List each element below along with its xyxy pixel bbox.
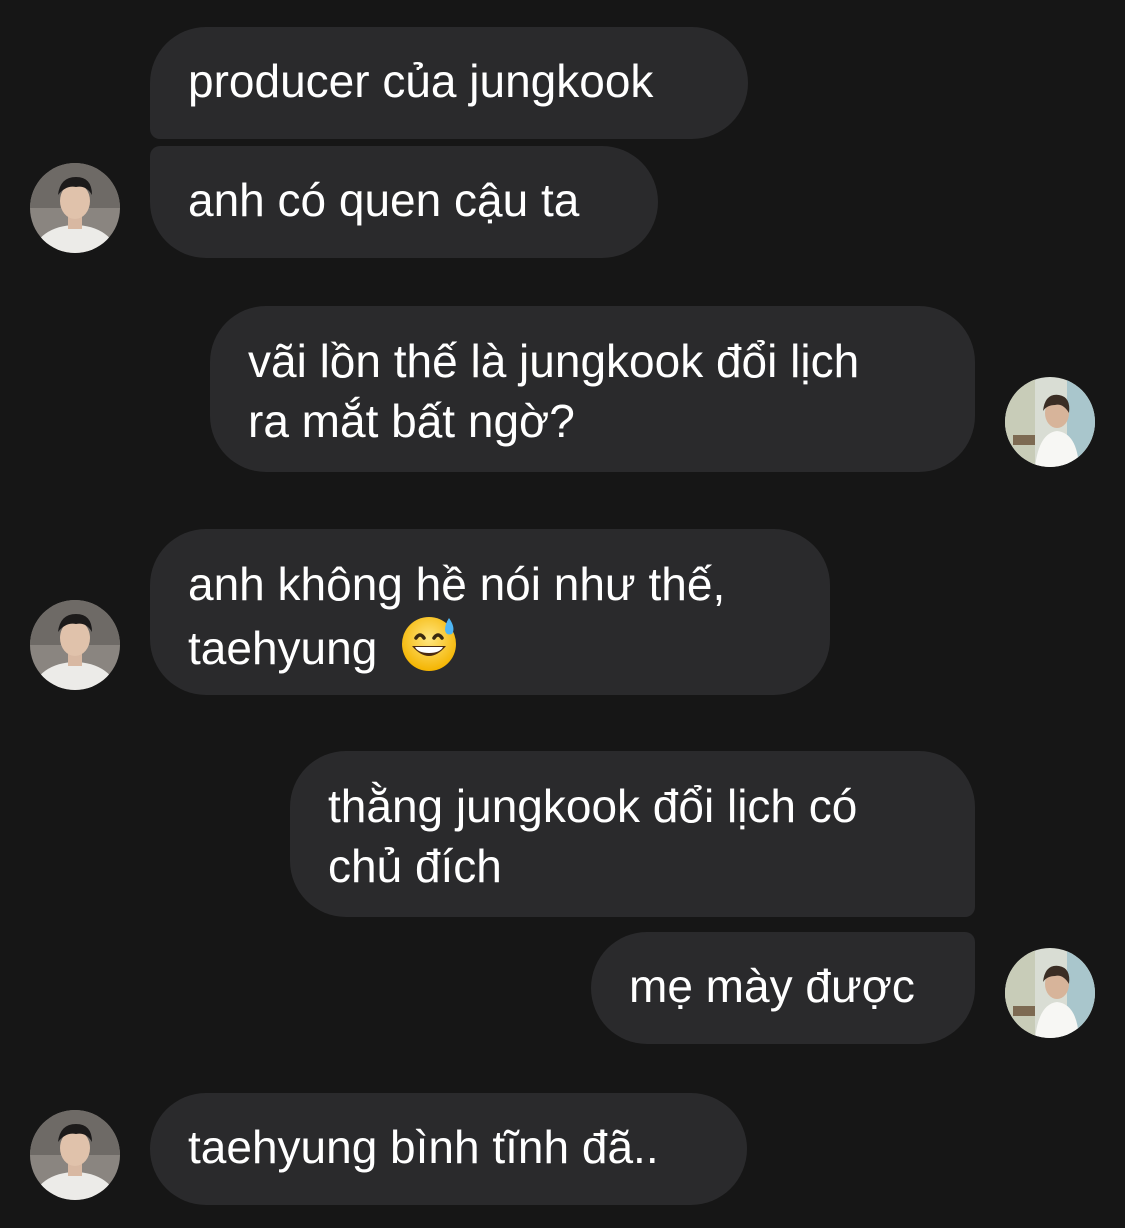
message-text-line: anh không hề nói như thế, (188, 558, 726, 610)
message-bubble-other[interactable]: anh có quen cậu ta (150, 146, 658, 258)
grinning-face-with-sweat-icon (400, 614, 458, 686)
contact-avatar[interactable] (30, 1110, 120, 1200)
message-text: anh có quen cậu ta (188, 174, 580, 226)
message-text: taehyung (188, 622, 378, 674)
message-text-line: vãi lồn thế là jungkook đổi lịch (248, 335, 860, 387)
message-bubble-me[interactable]: vãi lồn thế là jungkook đổi lịch ra mắt … (210, 306, 975, 472)
message-bubble-me[interactable]: thằng jungkook đổi lịch có chủ đích (290, 751, 975, 917)
contact-avatar[interactable] (30, 163, 120, 253)
message-text-line-with-emoji: taehyung (188, 614, 792, 686)
message-bubble-other[interactable]: taehyung bình tĩnh đã.. (150, 1093, 747, 1205)
message-bubble-me[interactable]: mẹ mày được (591, 932, 975, 1044)
message-text-line: thằng jungkook đổi lịch có (328, 780, 858, 832)
message-text-line: ra mắt bất ngờ? (248, 395, 575, 447)
contact-avatar[interactable] (30, 600, 120, 690)
user-avatar[interactable] (1005, 948, 1095, 1038)
message-text-line: chủ đích (328, 840, 502, 892)
message-text: taehyung bình tĩnh đã.. (188, 1121, 659, 1173)
user-avatar[interactable] (1005, 377, 1095, 467)
message-bubble-other[interactable]: anh không hề nói như thế, taehyung (150, 529, 830, 695)
message-bubble-other[interactable]: producer của jungkook (150, 27, 748, 139)
message-text: producer của jungkook (188, 55, 654, 107)
message-text: mẹ mày được (629, 960, 915, 1012)
